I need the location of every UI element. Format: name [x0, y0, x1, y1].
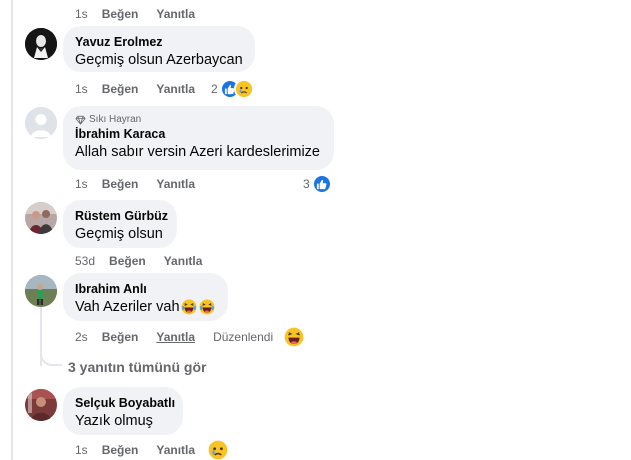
avatar-image: [25, 389, 57, 421]
comment-bubble: Yavuz Erolmez Geçmiş olsun Azerbaycan: [63, 26, 255, 72]
comment-author[interactable]: Selçuk Boyabatlı: [75, 395, 175, 411]
like-button[interactable]: Beğen: [102, 7, 139, 21]
avatar[interactable]: [25, 107, 57, 139]
reply-connector-curve: [40, 352, 62, 366]
see-all-replies-link[interactable]: 3 yanıtın tümünü gör: [68, 359, 206, 375]
reaction-summary[interactable]: [208, 440, 228, 460]
reaction-summary[interactable]: 3: [303, 174, 332, 194]
reply-button[interactable]: Yanıtla: [156, 330, 195, 344]
diamond-icon: [75, 115, 86, 125]
like-button[interactable]: Beğen: [109, 254, 146, 268]
comment-actions: 2s Beğen Yanıtla Düzenlendi: [75, 329, 273, 345]
comment-text-content: Vah Azeriler vah: [75, 299, 180, 315]
comment-text: Vah Azeriler vah: [75, 297, 216, 317]
comment-time[interactable]: 1s: [75, 443, 88, 457]
like-button[interactable]: Beğen: [102, 330, 139, 344]
reply-button[interactable]: Yanıtla: [164, 254, 203, 268]
avatar[interactable]: [25, 28, 57, 60]
avatar[interactable]: [25, 275, 57, 307]
reply-button[interactable]: Yanıtla: [156, 7, 195, 21]
comment-text: Yazık olmuş: [75, 413, 153, 429]
comment-time[interactable]: 1s: [75, 7, 88, 21]
comment-actions: 1s Beğen Yanıtla: [75, 6, 213, 22]
comment-bubble: Rüstem Gürbüz Geçmiş olsun: [63, 200, 177, 248]
avatar[interactable]: [25, 389, 57, 421]
avatar-image: [25, 275, 57, 307]
comment-text: Allah sabır versin Azeri kardeslerimize: [75, 144, 320, 160]
comment-author[interactable]: Yavuz Erolmez: [75, 34, 243, 50]
comment-time[interactable]: 53d: [75, 254, 95, 268]
sad-icon: [233, 79, 254, 99]
thread-line: [11, 0, 13, 460]
comment-time[interactable]: 2s: [75, 330, 88, 344]
like-icon: [311, 174, 332, 194]
comment-time[interactable]: 1s: [75, 82, 88, 96]
comment-text: Geçmiş olsun Azerbaycan: [75, 52, 243, 68]
laughing-emoji-icon: [181, 299, 197, 315]
reply-button[interactable]: Yanıtla: [156, 82, 195, 96]
default-avatar-icon: [25, 107, 57, 139]
comment-actions: 53d Beğen Yanıtla: [75, 253, 220, 269]
like-button[interactable]: Beğen: [102, 82, 139, 96]
avatar-image: [25, 202, 57, 234]
fan-badge-label: Sıkı Hayran: [89, 114, 142, 125]
reaction-summary[interactable]: [284, 327, 304, 347]
reaction-count: 3: [303, 177, 310, 191]
comment-bubble: Sıkı Hayran İbrahim Karaca Allah sabır v…: [63, 106, 334, 170]
like-button[interactable]: Beğen: [102, 443, 139, 457]
reaction-count: 2: [211, 82, 218, 96]
comment-bubble: Ibrahim Anlı Vah Azeriler vah: [63, 273, 228, 321]
comment-author[interactable]: İbrahim Karaca: [75, 126, 322, 142]
comment-author[interactable]: Ibrahim Anlı: [75, 281, 216, 297]
laughing-emoji-icon: [199, 299, 215, 315]
reply-button[interactable]: Yanıtla: [156, 177, 195, 191]
comment-actions: 1s Beğen Yanıtla: [75, 81, 213, 97]
sad-icon: [208, 440, 228, 460]
comment-bubble: Selçuk Boyabatlı Yazık olmuş: [63, 387, 183, 435]
comment-actions: 1s Beğen Yanıtla: [75, 442, 213, 458]
comment-time[interactable]: 1s: [75, 177, 88, 191]
avatar[interactable]: [25, 202, 57, 234]
comment-text: Geçmiş olsun: [75, 226, 163, 242]
fan-badge[interactable]: Sıkı Hayran: [75, 113, 322, 126]
reaction-summary[interactable]: 2: [211, 79, 254, 99]
laughing-icon: [284, 327, 304, 347]
comment-author[interactable]: Rüstem Gürbüz: [75, 208, 168, 224]
avatar-image: [25, 28, 57, 60]
edited-label[interactable]: Düzenlendi: [213, 330, 273, 344]
like-button[interactable]: Beğen: [102, 177, 139, 191]
comment-actions: 1s Beğen Yanıtla: [75, 176, 213, 192]
reply-button[interactable]: Yanıtla: [156, 443, 195, 457]
